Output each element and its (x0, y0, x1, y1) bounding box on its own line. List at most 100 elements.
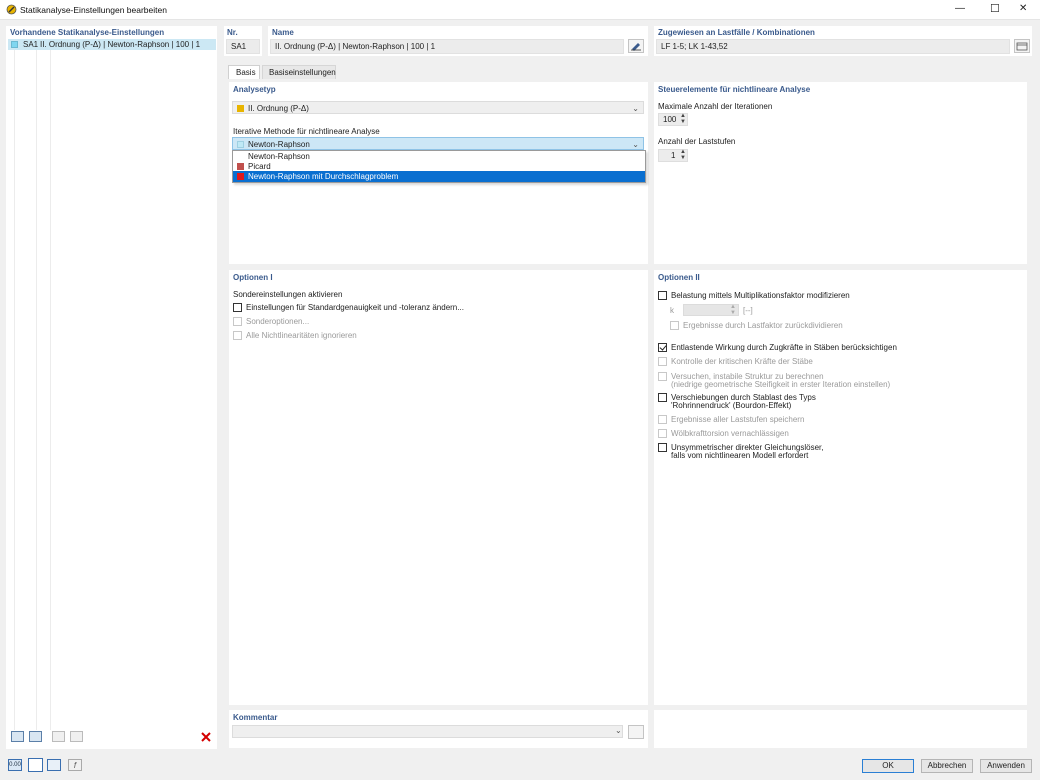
bourdon-effect-label-2: 'Rohrinnendruck' (Bourdon-Effekt) (671, 401, 792, 410)
comment-panel: Kommentar ⌄ (229, 710, 648, 748)
dropdown-option[interactable]: Newton-Raphson (233, 151, 645, 161)
std-accuracy-label: Einstellungen für Standardgenauigkeit un… (246, 303, 464, 312)
tab-basis[interactable]: Basis (228, 65, 260, 79)
options1-subtitle: Sondereinstellungen aktivieren (233, 290, 343, 299)
warping-torsion-checkbox[interactable] (658, 429, 667, 438)
options2-title: Optionen II (658, 273, 700, 282)
maximize-button[interactable]: ☐ (990, 2, 1000, 15)
controls-panel: Steuerelemente für nichtlineare Analyse … (654, 82, 1027, 264)
divide-results-label: Ergebnisse durch Lastfaktor zurückdividi… (683, 321, 843, 330)
name-panel: Name II. Ordnung (P-Δ) | Newton-Raphson … (268, 26, 648, 56)
units-icon[interactable]: 0.00 (8, 759, 22, 771)
ignore-nonlinearities-label: Alle Nichtlinearitäten ignorieren (246, 331, 357, 340)
options2-panel: Optionen II Belastung mittels Multiplika… (654, 270, 1027, 705)
options1-title: Optionen I (233, 273, 273, 282)
tab-basis-label: Basis (236, 68, 256, 77)
spinner-arrows-icon[interactable]: ▲ ▼ (680, 149, 686, 161)
minimize-button[interactable]: — (955, 3, 965, 14)
uncheck-icon[interactable] (70, 731, 83, 742)
warping-torsion-label: Wölbkrafttorsion vernachlässigen (671, 429, 789, 438)
save-load-steps-label: Ergebnisse aller Laststufen speichern (671, 415, 805, 424)
new-item-icon[interactable] (11, 731, 24, 742)
spinner-arrows-icon: ▲ ▼ (730, 304, 736, 316)
tree-line (36, 50, 37, 730)
special-options-label: Sonderoptionen... (246, 317, 310, 326)
item-label: II. Ordnung (P-Δ) | Newton-Raphson | 100… (40, 40, 201, 49)
comment-title: Kommentar (233, 713, 278, 722)
check-icon[interactable] (52, 731, 65, 742)
bourdon-effect-checkbox[interactable] (658, 393, 667, 402)
unsymmetric-solver-checkbox[interactable] (658, 443, 667, 452)
type-color-swatch (237, 105, 244, 112)
option-label: Newton-Raphson (248, 152, 310, 161)
select-loadcases-button[interactable] (1014, 39, 1030, 53)
item-id: SA1 (23, 40, 39, 49)
tab-basiseinstellungen-label: Basiseinstellungen (269, 68, 336, 77)
multiplier-label: Belastung mittels Multiplikationsfaktor … (671, 291, 850, 300)
controls-title: Steuerelemente für nichtlineare Analyse (658, 85, 811, 94)
apply-button[interactable]: Anwenden (980, 759, 1032, 773)
tension-relief-checkbox[interactable] (658, 343, 667, 352)
divide-results-checkbox[interactable] (670, 321, 679, 330)
settings-list-title: Vorhandene Statikanalyse-Einstellungen (10, 28, 165, 37)
tab-basiseinstellungen[interactable]: Basiseinstellungen (262, 65, 336, 79)
chevron-down-icon[interactable]: ⌄ (615, 726, 622, 735)
tree-line (14, 50, 15, 730)
name-input[interactable]: II. Ordnung (P-Δ) | Newton-Raphson | 100… (270, 39, 624, 54)
dropdown-option[interactable]: Picard (233, 161, 645, 171)
copy-item-icon[interactable] (29, 731, 42, 742)
analysis-type-select[interactable]: II. Ordnung (P-Δ) ⌄ (232, 101, 644, 114)
settings-list-panel: Vorhandene Statikanalyse-Einstellungen S… (6, 26, 217, 749)
k-unit: [--] (743, 306, 753, 315)
option-label: Picard (248, 162, 271, 171)
unstable-structure-checkbox[interactable] (658, 372, 667, 381)
options1-panel: Optionen I Sondereinstellungen aktiviere… (229, 270, 648, 705)
multiplier-checkbox[interactable] (658, 291, 667, 300)
edit-name-button[interactable] (628, 39, 644, 53)
load-steps-label: Anzahl der Laststufen (658, 137, 736, 146)
tension-relief-label: Entlastende Wirkung durch Zugkräfte in S… (671, 343, 897, 352)
list-item[interactable]: SA1 II. Ordnung (P-Δ) | Newton-Raphson |… (8, 39, 216, 50)
unsymmetric-solver-label-2: falls vom nichtlinearen Modell erfordert (671, 451, 809, 460)
delete-icon[interactable] (199, 731, 213, 743)
load-steps-input[interactable]: 1 ▲ ▼ (658, 149, 688, 162)
close-button[interactable]: ✕ (1019, 3, 1027, 14)
list-select-icon (1016, 42, 1028, 51)
ignore-nonlinearities-checkbox[interactable] (233, 331, 242, 340)
analysis-type-panel: Analysetyp II. Ordnung (P-Δ) ⌄ Iterative… (229, 82, 648, 264)
nr-label: Nr. (227, 28, 238, 37)
table-icon[interactable] (47, 759, 61, 771)
critical-forces-checkbox[interactable] (658, 357, 667, 366)
dropdown-option-selected[interactable]: Newton-Raphson mit Durchschlagproblem (233, 171, 645, 182)
std-accuracy-checkbox[interactable] (233, 303, 242, 312)
assigned-field[interactable]: LF 1-5; LK 1-43,52 (656, 39, 1010, 54)
k-input[interactable]: ▲ ▼ (683, 304, 739, 316)
window-title: Statikanalyse-Einstellungen bearbeiten (20, 5, 167, 15)
tree-line (50, 50, 51, 730)
formula-icon[interactable]: f (68, 759, 82, 771)
method-color-swatch (237, 141, 244, 148)
option-swatch (237, 163, 244, 170)
ok-button[interactable]: OK (862, 759, 914, 773)
nr-field: SA1 (226, 39, 260, 54)
name-label: Name (272, 28, 294, 37)
load-steps-value: 1 (671, 151, 676, 160)
method-dropdown-list: Newton-Raphson Picard Newton-Raphson mit… (232, 150, 646, 183)
view-icon[interactable] (28, 758, 43, 772)
max-iterations-input[interactable]: 100 ▲ ▼ (658, 113, 688, 126)
method-select[interactable]: Newton-Raphson ⌄ (232, 137, 644, 150)
comment-input[interactable] (232, 725, 623, 738)
title-bar: Statikanalyse-Einstellungen bearbeiten —… (0, 0, 1040, 20)
spinner-arrows-icon[interactable]: ▲ ▼ (680, 113, 686, 125)
save-load-steps-checkbox[interactable] (658, 415, 667, 424)
item-color-swatch (11, 41, 18, 48)
option-swatch (237, 173, 244, 180)
comment-side-panel (654, 710, 1027, 748)
assigned-label: Zugewiesen an Lastfälle / Kombinationen (658, 28, 815, 37)
special-options-checkbox[interactable] (233, 317, 242, 326)
cancel-button[interactable]: Abbrechen (921, 759, 973, 773)
unstable-structure-label-2: (niedrige geometrische Steifigkeit in er… (671, 380, 891, 389)
comment-edit-button[interactable] (628, 725, 644, 739)
analysis-type-title: Analysetyp (233, 85, 276, 94)
critical-forces-label: Kontrolle der kritischen Kräfte der Stäb… (671, 357, 813, 366)
